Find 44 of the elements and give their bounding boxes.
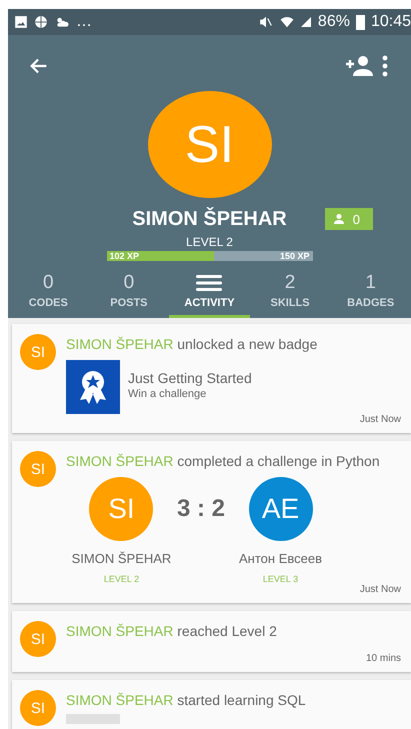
activity-time: Just Now	[360, 414, 401, 425]
add-person-icon[interactable]	[345, 55, 373, 77]
signal-icon	[300, 15, 312, 29]
player-name: SIMON ŠPEHAR	[72, 551, 172, 566]
person-icon	[332, 213, 345, 225]
player-level: LEVEL 3	[262, 574, 298, 584]
activity-time: Just Now	[360, 584, 401, 595]
mute-icon	[258, 15, 274, 29]
match-score: 3 : 2	[176, 495, 226, 523]
profile-tab[interactable]: 0 POSTS	[88, 269, 170, 318]
overflow-text: …	[76, 13, 92, 31]
user-avatar: SI	[20, 621, 56, 657]
activity-text: SIMON ŠPEHAR started learning SQL	[66, 692, 307, 708]
user-avatar: SI	[20, 334, 56, 370]
player-name: Антон Евсеев	[239, 551, 322, 566]
wifi-icon	[280, 15, 294, 29]
activity-time: 10 mins	[366, 653, 401, 664]
xp-current: 102 XP	[108, 251, 140, 261]
profile-tab[interactable]: 2 SKILLS	[250, 269, 330, 318]
player-avatar: SI	[89, 477, 154, 541]
basketball-icon	[34, 15, 48, 29]
battery-percent: 86%	[318, 13, 350, 31]
badge-title: Just Getting Started	[128, 370, 252, 386]
player-avatar: AE	[248, 477, 312, 541]
activity-text: SIMON ŠPEHAR unlocked a new badge	[66, 336, 318, 352]
activity-text: SIMON ŠPEHAR completed a challenge in Python	[66, 453, 381, 469]
image-icon	[14, 15, 28, 29]
player-level: LEVEL 2	[104, 574, 140, 584]
profile-tab[interactable]: 0 CODES	[8, 269, 89, 318]
user-avatar: SI	[20, 451, 56, 487]
badge-icon	[66, 360, 120, 414]
followers-button[interactable]: 0	[324, 208, 373, 230]
profile-name: SIMON ŠPEHAR	[132, 208, 287, 231]
profile-avatar: SI	[148, 91, 272, 198]
level-text: LEVEL 2	[186, 235, 233, 249]
profile-tab[interactable]: 1 BADGES	[330, 269, 411, 318]
xp-next: 150 XP	[278, 251, 310, 261]
course-image	[66, 714, 120, 724]
badge-description: Win a challenge	[128, 388, 208, 400]
battery-icon	[356, 14, 365, 30]
activity-text: SIMON ŠPEHAR reached Level 2	[66, 623, 278, 639]
user-avatar: SI	[20, 690, 56, 726]
menu-icon	[196, 273, 222, 293]
clock-time: 10:45	[370, 13, 411, 31]
